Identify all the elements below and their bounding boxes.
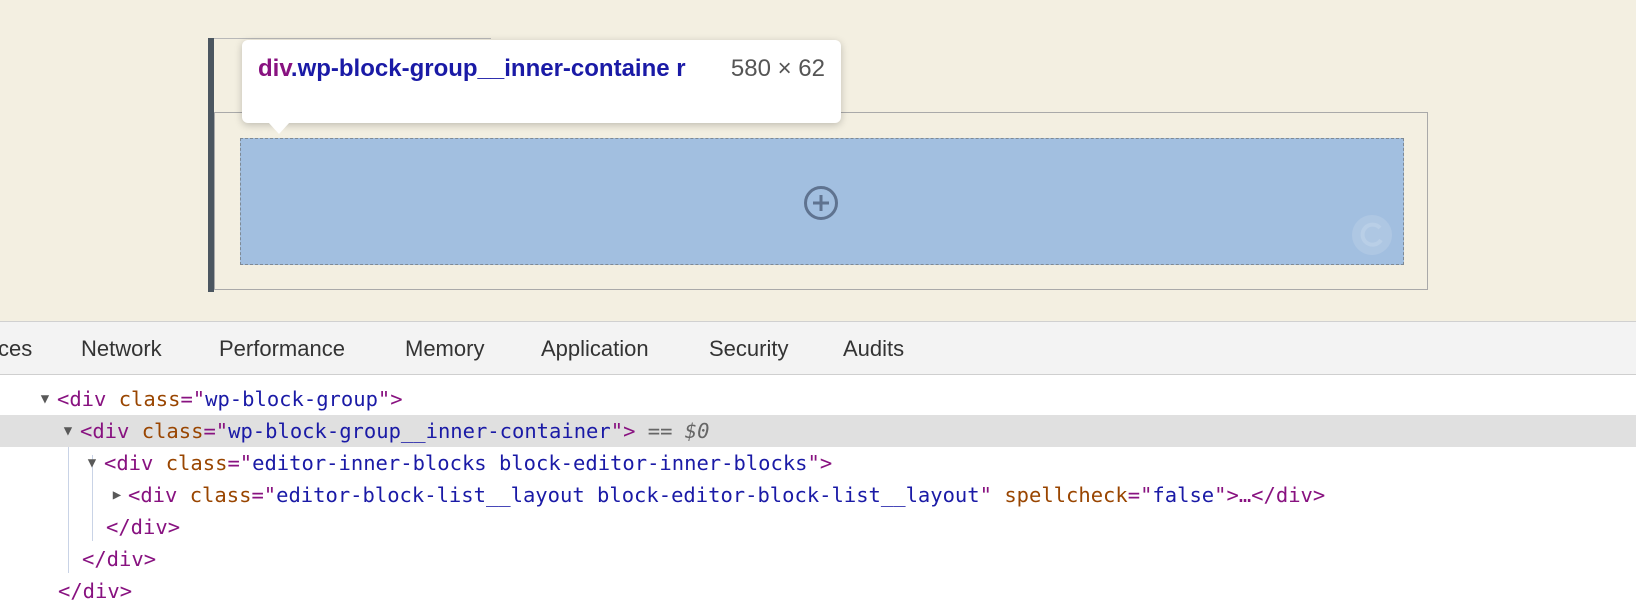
tree-node-inner-container[interactable]: ▼ <div class="wp-block-group__inner-cont… [0, 415, 1636, 447]
tree-node-wp-block-group[interactable]: ▼ <div class="wp-block-group"> [0, 383, 1636, 415]
tree-node-block-list-layout[interactable]: ▶ <div class="editor-block-list__layout … [0, 479, 1636, 511]
collapse-triangle-icon[interactable]: ▼ [38, 383, 52, 415]
tooltip-selector: div.wp-block-group__inner-containe r [258, 53, 698, 85]
element-tooltip: div.wp-block-group__inner-containe r 580… [242, 40, 841, 123]
tooltip-tag: div [258, 55, 291, 82]
tooltip-class: .wp-block-group__inner-containe r [290, 55, 686, 82]
tooltip-dimensions: 580 × 62 [730, 55, 825, 82]
block-icon [1352, 215, 1392, 255]
plus-circle-icon[interactable] [803, 185, 839, 221]
tab-audits[interactable]: Audits [843, 322, 904, 375]
tooltip-arrow [268, 122, 290, 134]
collapse-triangle-icon[interactable]: ▼ [85, 447, 99, 479]
tab-memory[interactable]: Memory [405, 322, 484, 375]
tree-node-editor-inner-blocks[interactable]: ▼ <div class="editor-inner-blocks block-… [0, 447, 1636, 479]
tree-closing-tag[interactable]: </div> [0, 543, 1636, 575]
tree-closing-tag[interactable]: </div> [0, 575, 1636, 607]
group-block-top-edge [214, 38, 491, 39]
devtools-tab-bar: ces Network Performance Memory Applicati… [0, 321, 1636, 375]
tab-application[interactable]: Application [541, 322, 649, 375]
tab-security[interactable]: Security [709, 322, 788, 375]
tree-closing-tag[interactable]: </div> [0, 511, 1636, 543]
collapse-triangle-icon[interactable]: ▼ [61, 415, 75, 447]
tab-network[interactable]: Network [81, 322, 162, 375]
selected-node-marker: == $0 [647, 419, 710, 443]
elements-tree: ▼ <div class="wp-block-group"> ▼ <div cl… [0, 375, 1636, 606]
tab-performance[interactable]: Performance [219, 322, 345, 375]
page-preview: div.wp-block-group__inner-containe r 580… [0, 0, 1636, 321]
expand-triangle-icon[interactable]: ▶ [110, 479, 124, 511]
tab-sources[interactable]: ces [0, 322, 32, 375]
